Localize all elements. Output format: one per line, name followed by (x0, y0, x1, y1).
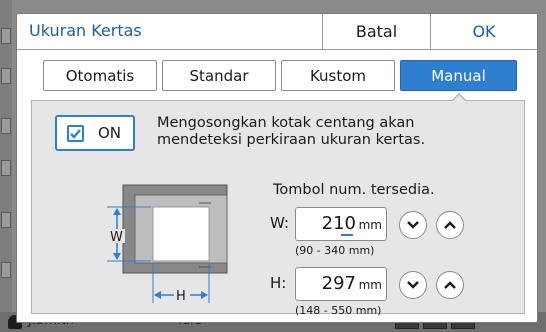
width-value: 210 (321, 213, 356, 234)
diagram-width-label: W (110, 230, 123, 245)
background-icon (1, 212, 11, 228)
tab-kustom[interactable]: Kustom (281, 60, 395, 91)
cancel-button[interactable]: Batal (322, 14, 430, 49)
width-increase-button[interactable] (436, 211, 464, 239)
numeric-keys-hint: Tombol num. tersedia. (273, 182, 435, 198)
chevron-down-icon (407, 281, 419, 289)
chevron-down-icon (407, 221, 419, 229)
text-cursor (341, 234, 353, 236)
background-icon (1, 118, 11, 134)
dialog-title: Ukuran Kertas (29, 21, 142, 40)
toggle-description: Mengosongkan kotak centang akan mendetek… (157, 115, 426, 148)
ok-button[interactable]: OK (430, 14, 537, 49)
background-sidebar (0, 0, 12, 332)
checkbox-checked-icon (67, 125, 84, 142)
chevron-up-icon (444, 221, 456, 229)
background-icon (1, 160, 11, 176)
height-value: 297 (321, 273, 356, 294)
tab-manual[interactable]: Manual (400, 60, 517, 91)
width-decrease-button[interactable] (399, 211, 427, 239)
panel-pointer-fill (452, 95, 466, 102)
height-increase-button[interactable] (436, 271, 464, 299)
width-label: W: (270, 214, 290, 232)
height-range: (148 - 550 mm) (295, 304, 382, 317)
on-toggle-label: ON (98, 124, 122, 142)
on-toggle-button[interactable]: ON (55, 115, 135, 151)
paper-size-diagram: W H (107, 184, 228, 304)
background-icon (1, 28, 11, 44)
chevron-up-icon (444, 281, 456, 289)
paper-size-dialog: Ukuran Kertas Batal OK Otomatis Standar … (16, 13, 538, 323)
diagram-height-label: H (176, 289, 186, 304)
dialog-title-bar: Ukuran Kertas Batal OK (17, 14, 537, 50)
width-input[interactable]: 210 mm (295, 207, 387, 241)
background-icon (1, 262, 11, 278)
width-unit: mm (358, 218, 382, 232)
tab-otomatis[interactable]: Otomatis (43, 60, 157, 91)
width-range: (90 - 340 mm) (295, 244, 375, 257)
tab-standar[interactable]: Standar (162, 60, 276, 91)
background-icon (1, 68, 11, 84)
height-unit: mm (358, 278, 382, 292)
height-input[interactable]: 297 mm (295, 267, 387, 301)
height-label: H: (270, 274, 287, 292)
height-decrease-button[interactable] (399, 271, 427, 299)
